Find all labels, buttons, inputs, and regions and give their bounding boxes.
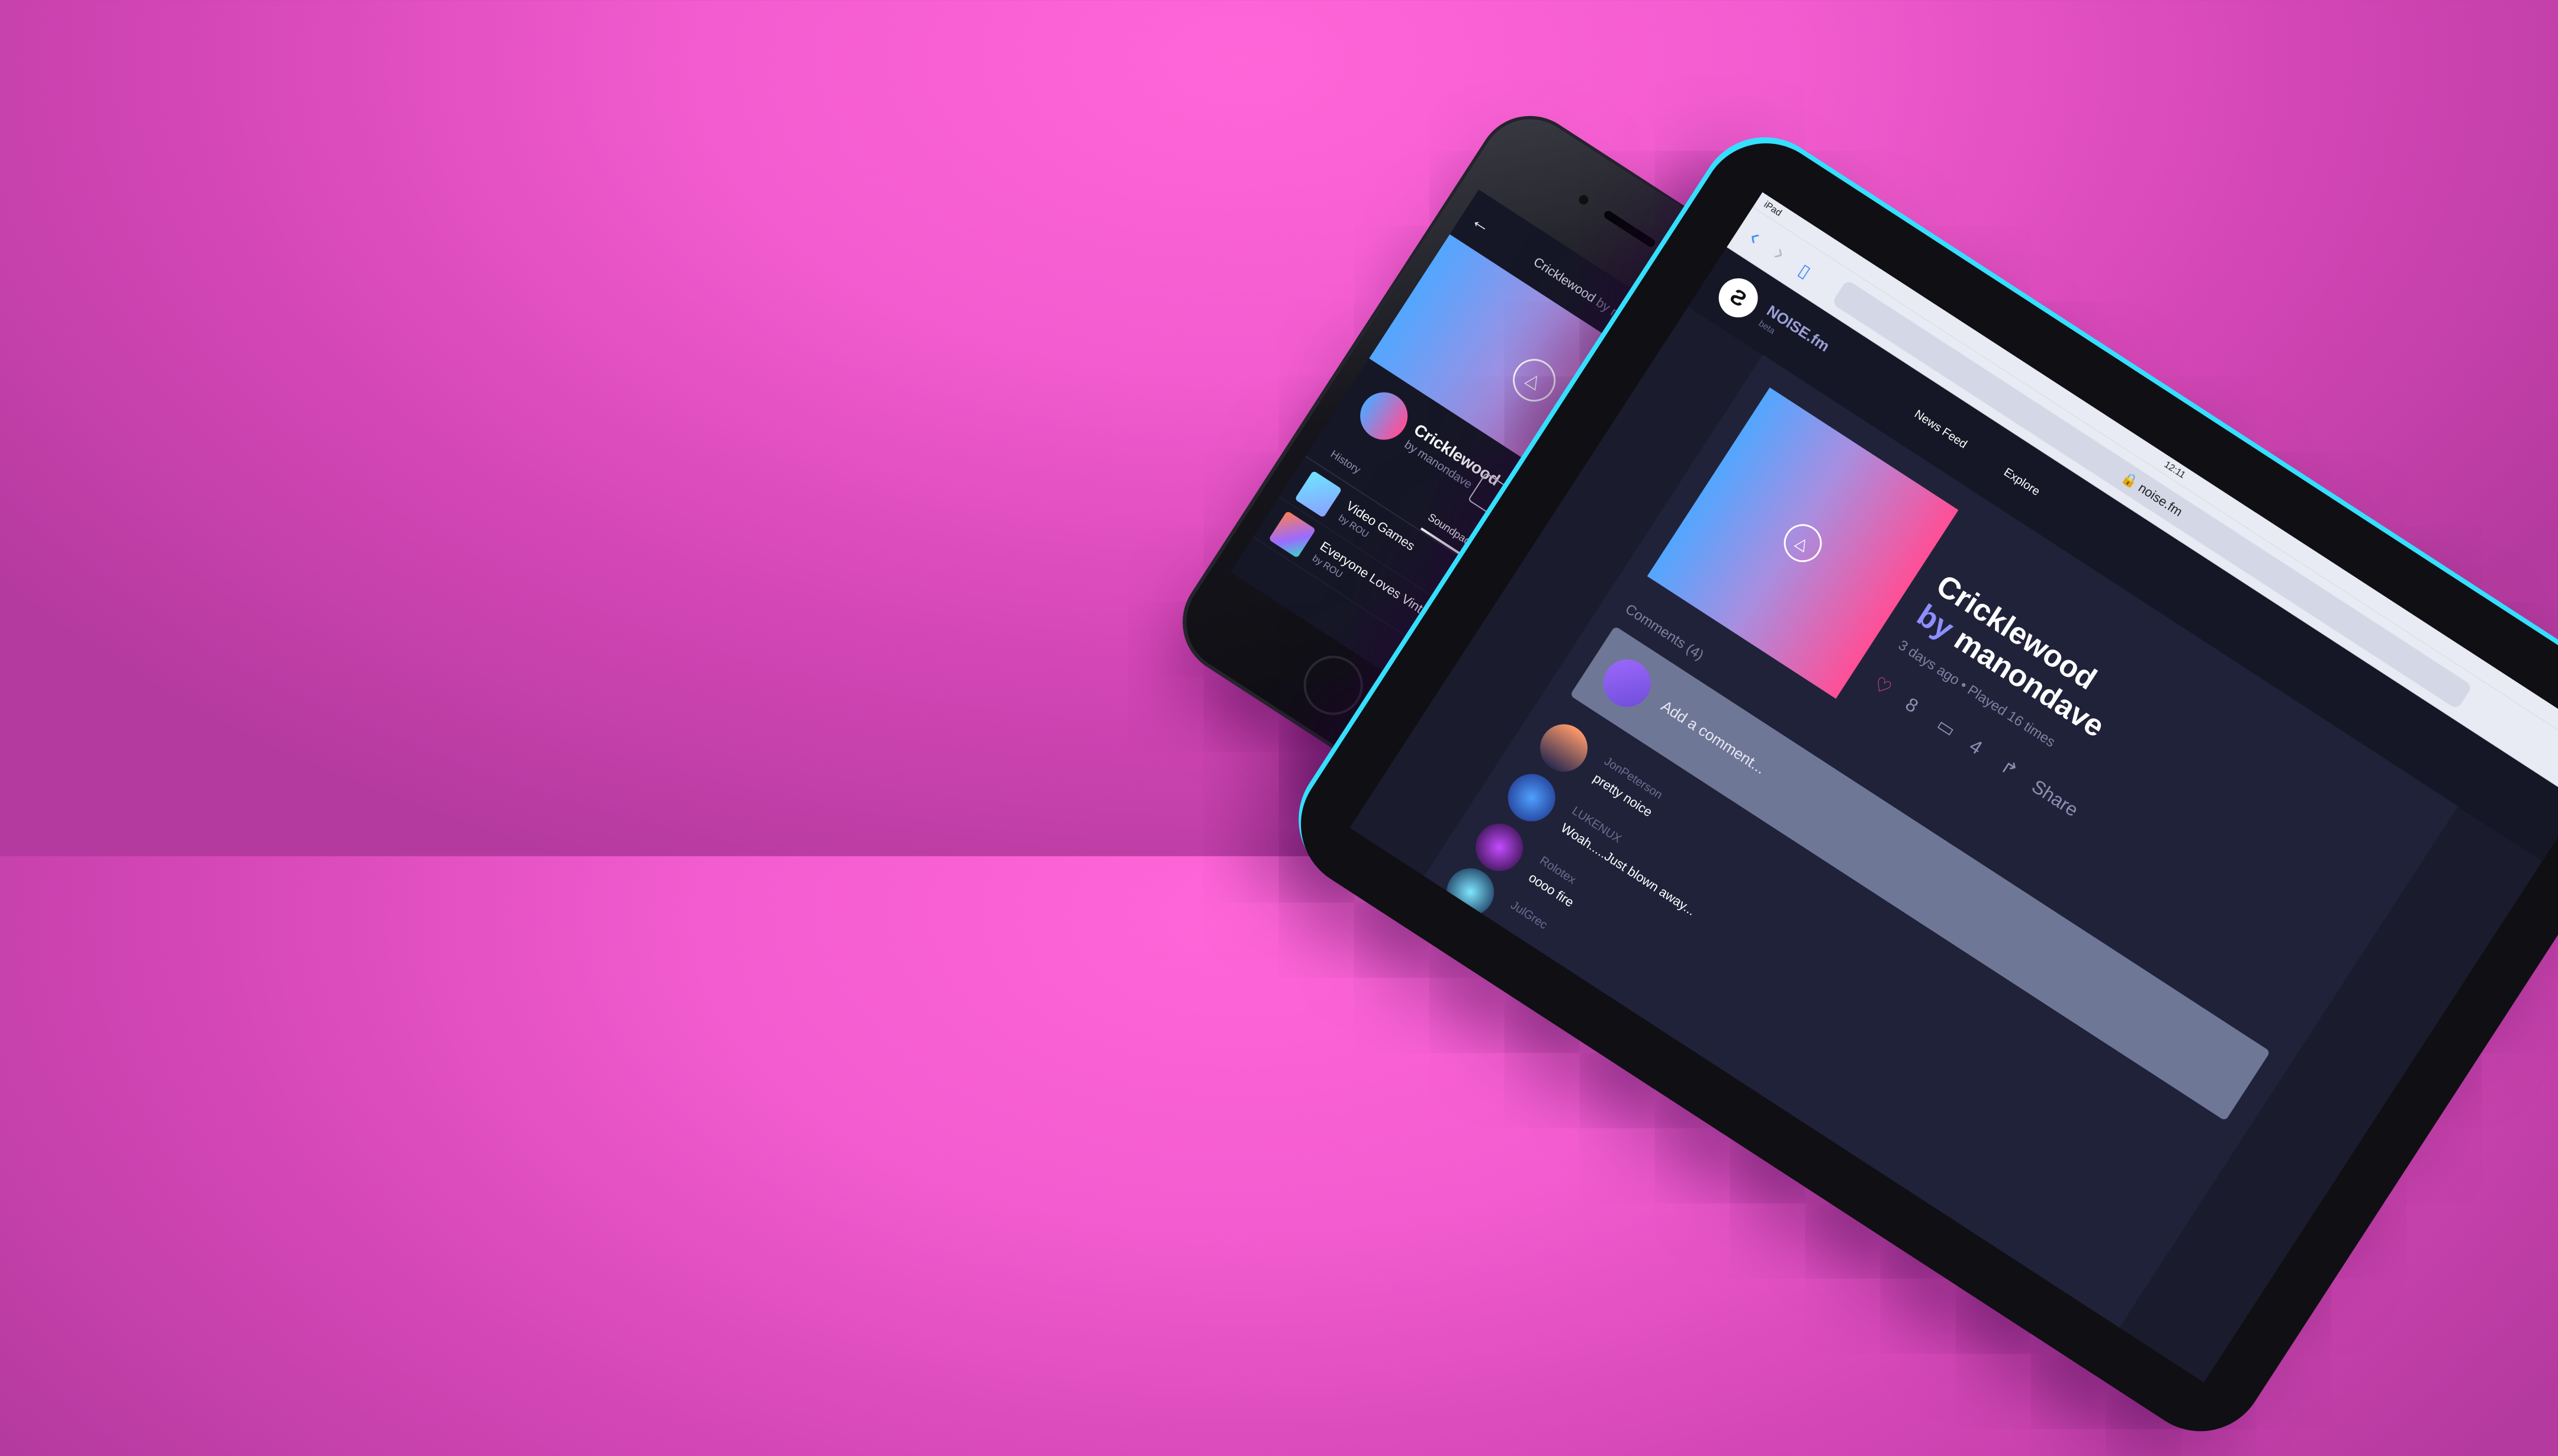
tab-history[interactable]: History: [1328, 448, 1363, 476]
avatar: [1531, 715, 1597, 781]
avatar: [1594, 650, 1660, 716]
play-triangle-icon[interactable]: △: [1505, 351, 1564, 410]
arrow-left-icon[interactable]: ←: [1467, 208, 1496, 239]
comment-count: 4: [1965, 735, 1987, 758]
nav-explore[interactable]: Explore: [2001, 465, 2042, 499]
share-label[interactable]: Share: [2028, 775, 2082, 821]
forward-icon[interactable]: ›: [1769, 240, 1790, 266]
soundpack-thumbnail: [1268, 510, 1316, 558]
play-triangle-icon[interactable]: △: [1776, 516, 1829, 570]
comment-input[interactable]: Add a comment...: [1658, 697, 1769, 778]
nav-news-feed[interactable]: News Feed: [1911, 407, 1969, 451]
project-card: △ Cricklewood by manondave 3 days ago • …: [1407, 355, 2459, 1353]
noise-logo[interactable]: Ƨ: [1711, 271, 1766, 325]
like-count: 8: [1901, 693, 1923, 717]
bookmarks-icon[interactable]: ▯: [1795, 260, 1814, 282]
phone-camera: [1577, 193, 1590, 207]
comment-icon[interactable]: ▭: [1933, 713, 1959, 741]
share-icon[interactable]: ↱: [1997, 755, 2022, 782]
avatar: [1351, 383, 1417, 449]
soundpack-thumbnail: [1294, 470, 1342, 518]
back-icon[interactable]: ‹: [1744, 224, 1765, 250]
phone-speaker: [1602, 209, 1657, 249]
heart-icon[interactable]: ♡: [1869, 673, 1895, 700]
